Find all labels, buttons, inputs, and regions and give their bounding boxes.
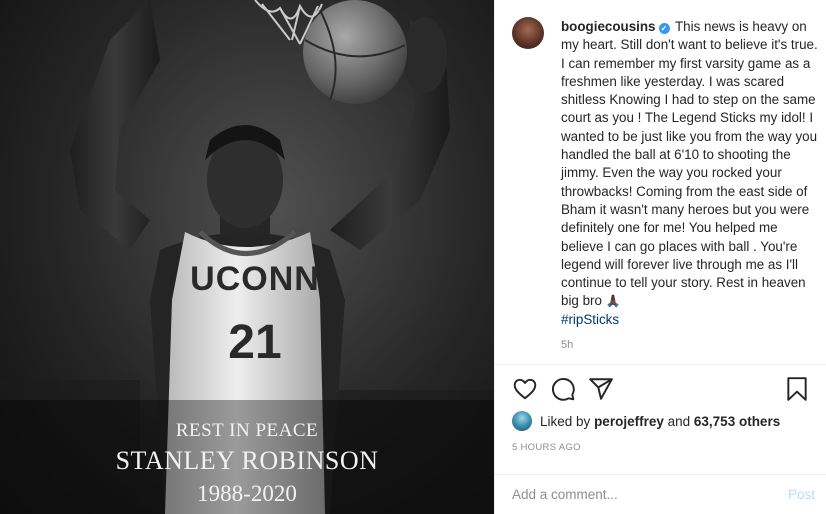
action-bar xyxy=(495,366,826,410)
basketball xyxy=(303,0,407,104)
author-username[interactable]: boogiecousins xyxy=(561,19,656,34)
add-comment-bar: Post xyxy=(495,474,826,514)
caption-section: boogiecousins ✓ This news is heavy on my … xyxy=(495,0,826,365)
author-avatar[interactable] xyxy=(512,17,544,49)
liker-avatar[interactable] xyxy=(512,411,532,431)
post-timestamp[interactable]: 5 HOURS AGO xyxy=(512,442,581,453)
likes-conjunction: and xyxy=(667,413,691,429)
post-photo[interactable]: UCONN 21 REST IN PEACE STANLEY ROBINSON … xyxy=(0,0,494,514)
post-caption: boogiecousins ✓ This news is heavy on my … xyxy=(561,18,823,329)
comment-input[interactable] xyxy=(512,482,788,507)
jersey-school-text: UCONN xyxy=(190,260,320,298)
likes-others-count[interactable]: 63,753 others xyxy=(694,414,780,429)
instagram-post: UCONN 21 REST IN PEACE STANLEY ROBINSON … xyxy=(0,0,826,514)
heart-icon[interactable] xyxy=(512,376,538,402)
overlay-rest-in-peace: REST IN PEACE xyxy=(175,420,319,441)
overlay-years: 1988-2020 xyxy=(197,481,297,506)
verified-badge-icon: ✓ xyxy=(658,23,670,34)
liker-username[interactable]: perojeffrey xyxy=(594,414,664,429)
post-comment-button[interactable]: Post xyxy=(788,487,815,502)
hashtag-link[interactable]: #ripSticks xyxy=(561,312,619,327)
share-icon[interactable] xyxy=(588,376,614,402)
likes-prefix: Liked by xyxy=(540,413,591,429)
comment-icon[interactable] xyxy=(550,376,576,402)
overlay-name: STANLEY ROBINSON xyxy=(115,446,379,475)
caption-text: This news is heavy on my heart. Still do… xyxy=(561,19,818,309)
likes-summary: Liked by perojeffrey and 63,753 others xyxy=(512,410,780,432)
post-sidebar: boogiecousins ✓ This news is heavy on my … xyxy=(494,0,826,514)
post-age: 5h xyxy=(561,339,574,351)
praying-hands-emoji: 🙏🏿 xyxy=(605,294,621,309)
bookmark-icon[interactable] xyxy=(784,376,810,402)
jersey-number-text: 21 xyxy=(228,316,281,369)
